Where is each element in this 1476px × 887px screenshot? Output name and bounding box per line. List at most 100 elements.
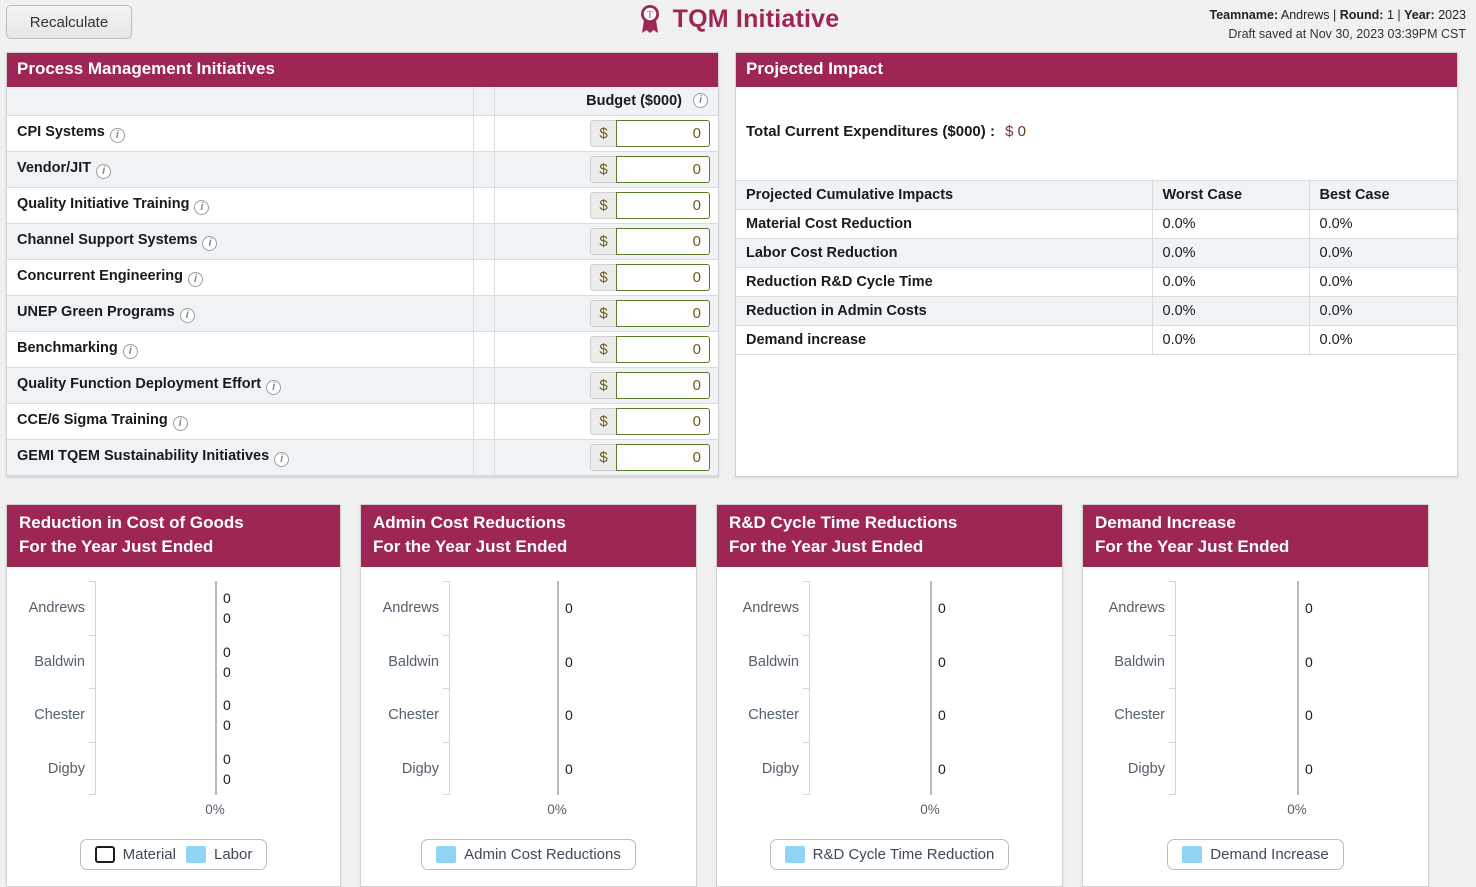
initiative-label-cell: CPI Systems i: [7, 115, 473, 152]
legend-swatch-icon: [436, 846, 457, 864]
impact-best-case: 0.0%: [1309, 295, 1457, 326]
budget-input[interactable]: [616, 299, 710, 327]
initiative-label-cell: Vendor/JIT i: [7, 151, 473, 188]
legend-box[interactable]: Admin Cost Reductions: [421, 839, 636, 871]
info-icon[interactable]: i: [274, 451, 290, 467]
axis-tick: [89, 688, 96, 690]
bar-value-label: 0: [565, 760, 573, 777]
info-icon[interactable]: i: [172, 415, 188, 431]
table-row: Reduction R&D Cycle Time 0.0% 0.0%: [736, 266, 1457, 297]
meta-separator-1: |: [1332, 8, 1337, 22]
info-icon[interactable]: i: [187, 271, 203, 287]
initiative-budget-cell: $: [493, 259, 718, 296]
table-row: Channel Support Systems i $: [7, 223, 718, 260]
budget-input[interactable]: [616, 119, 710, 147]
legend-box[interactable]: Demand Increase: [1167, 839, 1344, 871]
year-label: Year:: [1404, 8, 1435, 22]
budget-input[interactable]: [616, 371, 710, 399]
bar-value-label: 0: [938, 760, 946, 777]
round-value: 1: [1386, 8, 1394, 22]
category-label: Andrews: [1108, 600, 1165, 616]
legend-swatch-icon: [784, 846, 805, 864]
category-label: Andrews: [742, 600, 799, 616]
bar-value-label: 0: [938, 600, 946, 616]
axis-cap-bottom: [803, 794, 810, 796]
axis-cap-top: [803, 581, 810, 583]
budget-input[interactable]: [616, 443, 710, 471]
budget-input[interactable]: [616, 407, 710, 435]
top-bar: Recalculate T TQM Initiative Teamname: A…: [0, 0, 1476, 46]
budget-input[interactable]: [616, 227, 710, 255]
initiative-label-cell: Benchmarking i: [7, 331, 473, 368]
info-icon[interactable]: i: [693, 93, 708, 109]
chart-body: Andrews Baldwin Chester Digby 0 0 0 0 0% Admin Co…: [361, 567, 696, 886]
round-label: Round:: [1339, 8, 1384, 22]
initiative-label: Concurrent Engineering: [17, 267, 183, 284]
info-icon[interactable]: i: [202, 235, 218, 251]
chart-subtitle: For the Year Just Ended: [729, 537, 924, 557]
category-label: Baldwin: [748, 653, 799, 670]
legend-item[interactable]: Material: [94, 846, 176, 864]
info-icon[interactable]: i: [96, 163, 112, 179]
chart-title: Demand Increase: [1095, 513, 1236, 532]
currency-prefix: $: [590, 335, 616, 363]
recalculate-button[interactable]: Recalculate: [6, 5, 132, 39]
main-content-row: Process Management Initiatives Budget ($…: [6, 52, 1470, 477]
initiative-label-cell: Concurrent Engineering i: [7, 259, 473, 296]
chart-header: R&D Cycle Time Reductions For the Year Ju…: [717, 505, 1062, 568]
budget-header-cell: Budget ($000) i: [493, 86, 718, 116]
budget-input[interactable]: [616, 191, 710, 219]
legend-item[interactable]: R&D Cycle Time Reduction: [784, 846, 994, 864]
axis-cap-top: [443, 581, 450, 583]
axis-tick: [443, 741, 450, 743]
projected-impact-body: Total Current Expenditures ($000) : $ 0 …: [736, 87, 1457, 367]
category-label: Chester: [388, 707, 439, 723]
process-management-panel-title: Process Management Initiatives: [7, 53, 718, 87]
initiative-label: Channel Support Systems: [17, 231, 198, 248]
axis-tick: [1169, 634, 1176, 636]
bar-value-label: 0: [1305, 600, 1313, 616]
initiative-label-cell: Channel Support Systems i: [7, 223, 473, 260]
projected-impacts-table: Projected Cumulative Impacts Worst Case …: [736, 179, 1457, 355]
legend-box[interactable]: Material Labor: [79, 839, 268, 871]
chart-header: Demand Increase For the Year Just Ended: [1083, 505, 1428, 568]
currency-prefix: $: [590, 227, 616, 255]
info-icon[interactable]: i: [122, 343, 138, 359]
x-axis-tick-label: 0%: [920, 802, 940, 818]
info-icon[interactable]: i: [109, 127, 125, 143]
currency-prefix: $: [590, 443, 616, 471]
budget-input[interactable]: [616, 155, 710, 183]
legend-item[interactable]: Demand Increase: [1182, 846, 1329, 864]
legend-item[interactable]: Labor: [185, 846, 252, 864]
axis-tick: [89, 634, 96, 636]
charts-row: Reduction in Cost of Goods For the Year J…: [6, 504, 1470, 887]
info-icon[interactable]: i: [266, 379, 282, 395]
svg-text:T: T: [647, 10, 653, 20]
table-row: Benchmarking i $: [7, 331, 718, 368]
zero-baseline: [1297, 581, 1299, 796]
legend-item[interactable]: Admin Cost Reductions: [436, 846, 621, 864]
chart-header: Admin Cost Reductions For the Year Just E…: [361, 505, 696, 568]
bar-value-label: 0: [565, 600, 573, 616]
category-label: Baldwin: [34, 653, 85, 670]
info-icon[interactable]: i: [179, 307, 195, 323]
axis-tick: [1169, 741, 1176, 743]
currency-prefix: $: [590, 119, 616, 147]
chart-legend: Demand Increase: [1083, 839, 1428, 871]
legend-swatch-icon: [94, 846, 115, 864]
legend-label: Demand Increase: [1210, 846, 1329, 864]
bar-value-label: 0: [938, 707, 946, 723]
category-label: Digby: [1127, 760, 1165, 777]
info-icon[interactable]: i: [194, 199, 210, 215]
budget-input[interactable]: [616, 335, 710, 363]
budget-input[interactable]: [616, 263, 710, 291]
impact-worst-case: 0.0%: [1152, 266, 1310, 297]
bar-value-label: 0: [223, 663, 231, 680]
initiative-mid-cell: [472, 439, 494, 476]
chart-legend: Admin Cost Reductions: [361, 839, 696, 871]
legend-box[interactable]: R&D Cycle Time Reduction: [769, 839, 1010, 871]
category-axis: [1169, 581, 1176, 796]
zero-baseline: [215, 581, 217, 796]
chart-plot-area: Andrews Baldwin Chester Digby 0 0 0 0 0 0 0 0 0%: [7, 573, 340, 817]
chart-plot-area: Andrews Baldwin Chester Digby 0 0 0 0 0%: [717, 573, 1062, 817]
